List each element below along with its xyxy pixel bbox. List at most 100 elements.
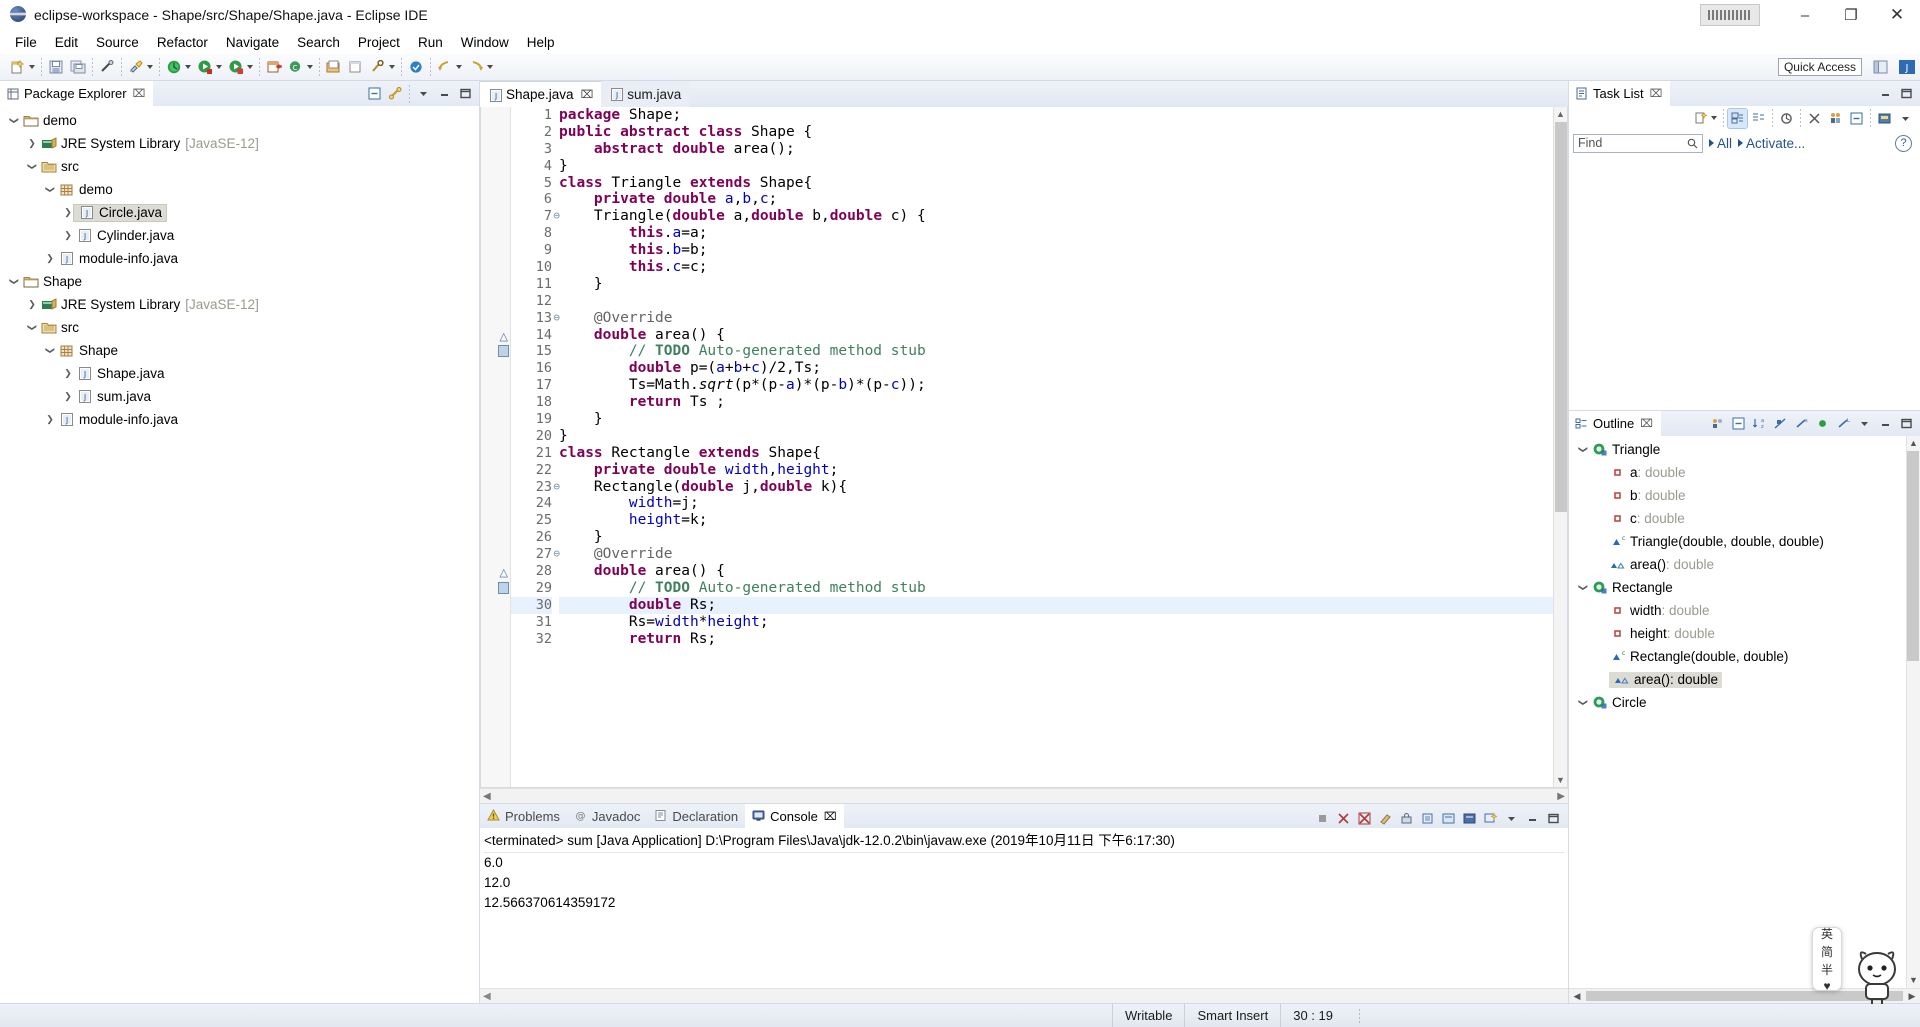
close-icon[interactable]: ⌧ — [824, 810, 837, 823]
marker-slot[interactable] — [481, 631, 510, 648]
marker-slot[interactable] — [481, 411, 510, 428]
run-icon[interactable] — [195, 57, 215, 77]
outline-item-triangle[interactable]: Triangle — [1569, 438, 1904, 461]
new-wizard-icon[interactable] — [8, 57, 28, 77]
tree-item-sum-java[interactable]: Jsum.java — [0, 385, 479, 408]
categorize-icon[interactable] — [1727, 107, 1748, 129]
marker-slot[interactable] — [481, 597, 510, 614]
clear-console-icon[interactable] — [1376, 809, 1395, 828]
marker-slot[interactable] — [481, 546, 510, 563]
tab-task-list[interactable]: Task List ⌧ — [1569, 81, 1671, 106]
collapse-all-icon[interactable] — [365, 84, 384, 103]
code-line[interactable]: class Triangle extends Shape{ — [559, 175, 1553, 192]
console-horizontal-scrollbar[interactable]: ◀ — [480, 988, 1568, 1003]
outline-item-height[interactable]: height : double — [1569, 622, 1904, 645]
focus-icon[interactable] — [1805, 109, 1824, 128]
editor-vertical-scrollbar[interactable]: ▲ ▼ — [1553, 107, 1567, 787]
console-tab-declaration[interactable]: Declaration — [647, 804, 745, 828]
code-line[interactable]: } — [559, 529, 1553, 546]
editor-tab-shape-java[interactable]: J Shape.java ⌧ — [480, 81, 602, 107]
task-list-content[interactable] — [1569, 156, 1920, 410]
chevron-down-icon[interactable] — [1575, 582, 1591, 593]
marker-slot[interactable] — [481, 343, 510, 360]
editor-tab-sum-java[interactable]: Jsum.java — [601, 81, 690, 107]
outline-item-rectangle[interactable]: Rectangle — [1569, 576, 1904, 599]
minimize-icon[interactable] — [1876, 414, 1895, 433]
remove-launch-icon[interactable] — [1334, 809, 1353, 828]
forward-icon[interactable] — [466, 57, 486, 77]
code-line[interactable]: @Override — [559, 546, 1553, 563]
code-line[interactable]: private double width,height; — [559, 462, 1553, 479]
code-line[interactable]: Triangle(double a,double b,double c) { — [559, 208, 1553, 225]
outline-item-area--[interactable]: area() : double — [1569, 668, 1904, 691]
console-tab-console[interactable]: Console ⌧ — [745, 804, 844, 828]
chevron-down-icon[interactable] — [42, 345, 58, 356]
chevron-right-icon[interactable] — [60, 368, 76, 379]
menu-item-navigate[interactable]: Navigate — [217, 33, 288, 52]
scroll-lock-icon[interactable] — [1397, 809, 1416, 828]
view-menu-icon[interactable] — [1502, 809, 1521, 828]
marker-slot[interactable] — [481, 191, 510, 208]
pin-console-icon[interactable] — [1418, 809, 1437, 828]
tree-item-src[interactable]: src — [0, 316, 479, 339]
coverage-icon[interactable] — [226, 57, 246, 77]
marker-slot[interactable]: △ — [481, 563, 510, 580]
chevron-down-icon[interactable] — [1575, 444, 1591, 455]
close-icon[interactable]: ⌧ — [1640, 417, 1653, 430]
close-icon[interactable]: ⌧ — [133, 87, 146, 100]
menu-item-project[interactable]: Project — [349, 33, 409, 52]
save-all-icon[interactable] — [68, 57, 88, 77]
maximize-icon[interactable] — [1544, 809, 1563, 828]
schedule-icon[interactable] — [1749, 109, 1768, 128]
new-console-view-icon[interactable] — [1481, 809, 1500, 828]
maximize-icon[interactable] — [1897, 84, 1916, 103]
code-line[interactable]: Rs=width*height; — [559, 614, 1553, 631]
marker-slot[interactable] — [481, 479, 510, 496]
code-line[interactable]: width=j; — [559, 495, 1553, 512]
outline-item-triangle-double--double--double-[interactable]: c Triangle(double, double, double) — [1569, 530, 1904, 553]
terminate-icon[interactable] — [1313, 809, 1332, 828]
new-wizard-dropdown-icon[interactable] — [29, 65, 35, 69]
marker-slot[interactable] — [481, 208, 510, 225]
collapse-all-icon[interactable] — [1847, 109, 1866, 128]
maximize-icon[interactable] — [1897, 414, 1916, 433]
display-selected-icon[interactable] — [1439, 809, 1458, 828]
maximize-button[interactable]: ❐ — [1828, 0, 1874, 30]
marker-slot[interactable] — [481, 445, 510, 462]
chevron-down-icon[interactable] — [24, 161, 40, 172]
new-java-project-icon[interactable] — [264, 57, 284, 77]
code-line[interactable]: } — [559, 411, 1553, 428]
view-menu-icon[interactable] — [414, 84, 433, 103]
menu-item-refactor[interactable]: Refactor — [148, 33, 217, 52]
last-edit-icon[interactable] — [406, 57, 426, 77]
outline-tree[interactable]: Trianglea : doubleb : doublec : doublecT… — [1569, 436, 1920, 988]
back-dropdown-icon[interactable] — [456, 65, 462, 69]
code-line[interactable]: double area() { — [559, 563, 1553, 580]
open-perspective-icon[interactable] — [1870, 56, 1892, 78]
outline-item-a[interactable]: a : double — [1569, 461, 1904, 484]
marker-slot[interactable] — [481, 428, 510, 445]
tab-package-explorer[interactable]: Package Explorer ⌧ — [0, 81, 154, 106]
maximize-icon[interactable] — [456, 84, 475, 103]
chevron-right-icon[interactable] — [24, 138, 40, 149]
tree-item-module-info-java[interactable]: Jmodule-info.java — [0, 247, 479, 270]
outline-item-area--[interactable]: area() : double — [1569, 553, 1904, 576]
code-line[interactable]: this.c=c; — [559, 259, 1553, 276]
tab-outline[interactable]: Outline ⌧ — [1569, 411, 1661, 436]
marker-slot[interactable] — [481, 124, 510, 141]
new-class-dropdown-icon[interactable] — [307, 65, 313, 69]
close-icon[interactable]: ⌧ — [1650, 87, 1663, 100]
hide-nonpublic-icon[interactable] — [1813, 414, 1832, 433]
editor-marker-ruler[interactable]: △ △ — [481, 107, 511, 787]
code-line[interactable]: this.b=b; — [559, 242, 1553, 259]
new-java-class-icon[interactable]: C — [286, 57, 306, 77]
search-icon[interactable] — [368, 57, 388, 77]
tree-item-circle-java[interactable]: J Circle.java — [0, 201, 479, 224]
minimize-button[interactable]: – — [1782, 0, 1828, 30]
menu-item-run[interactable]: Run — [409, 33, 452, 52]
chevron-right-icon[interactable] — [42, 414, 58, 425]
minimize-icon[interactable] — [1523, 809, 1542, 828]
marker-slot[interactable] — [481, 512, 510, 529]
search-dropdown-icon[interactable] — [389, 65, 395, 69]
ime-status-widget[interactable]: 英 简 半 ♥ — [1812, 927, 1842, 993]
